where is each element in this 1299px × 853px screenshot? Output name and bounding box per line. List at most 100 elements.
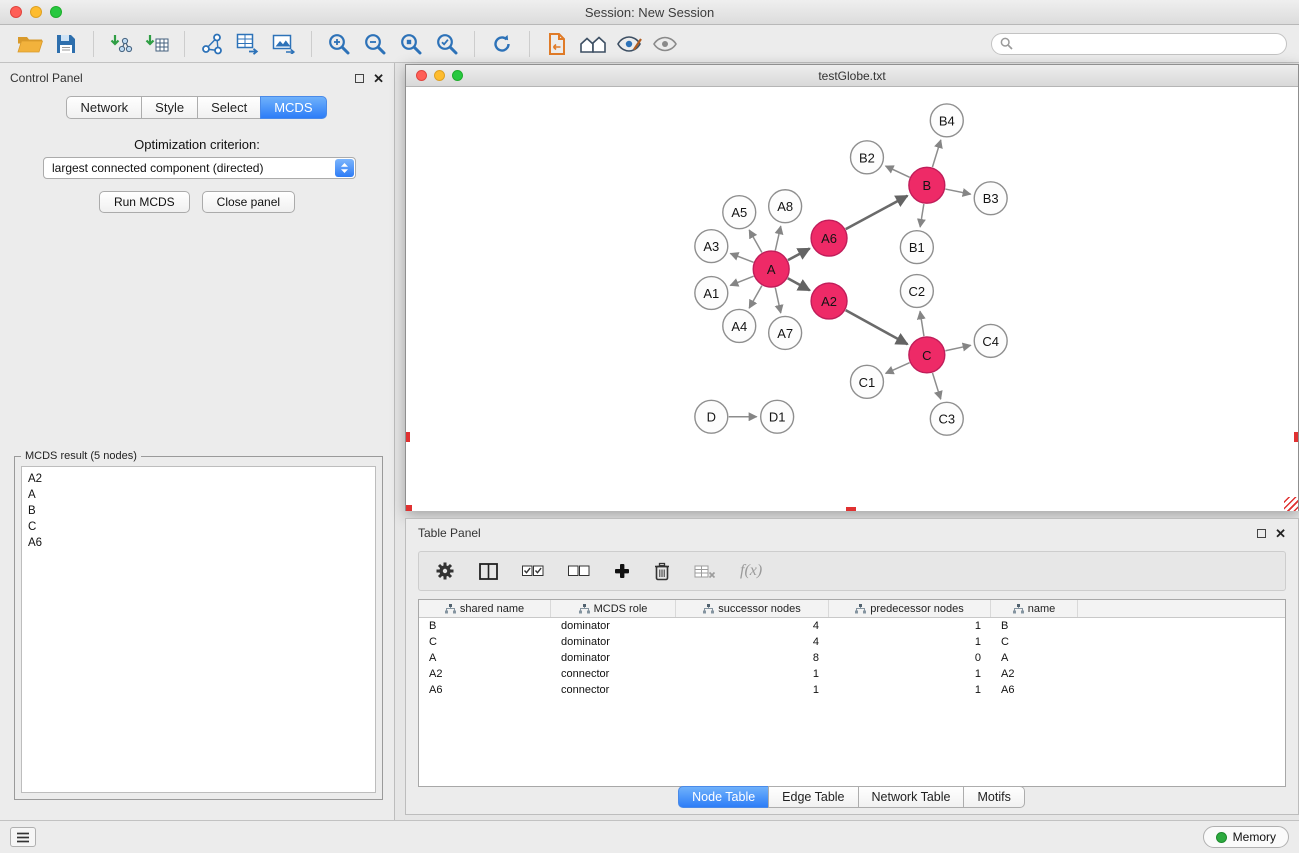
graph-edge-A-A2[interactable] [788,278,810,290]
criterion-dropdown[interactable]: largest connected component (directed) [43,157,356,179]
graph-node-D[interactable]: D [695,400,728,433]
graph-node-B1[interactable]: B1 [900,231,933,264]
table-row[interactable]: Cdominator41C [419,634,1285,650]
graph-edge-C-C2[interactable] [920,311,924,336]
show-hide-button[interactable] [647,28,683,60]
new-network-button[interactable] [194,28,230,60]
minimize-window-button[interactable] [30,6,42,18]
close-panel-button[interactable]: Close panel [202,191,295,213]
graph-node-A3[interactable]: A3 [695,230,728,263]
graph-edge-A-A1[interactable] [730,276,753,285]
graph-node-A1[interactable]: A1 [695,277,728,310]
graph-node-C2[interactable]: C2 [900,275,933,308]
task-history-button[interactable] [10,827,36,847]
graphics-details-button[interactable] [611,28,647,60]
open-document-button[interactable] [539,28,575,60]
graph-node-C4[interactable]: C4 [974,324,1007,357]
network-close-button[interactable] [416,70,427,81]
zoom-fit-button[interactable] [393,28,429,60]
new-table-button[interactable] [230,28,266,60]
graph-node-A[interactable]: A [753,251,789,287]
graph-node-A4[interactable]: A4 [723,309,756,342]
table-row[interactable]: Adominator80A [419,650,1285,666]
graph-edge-C-C4[interactable] [945,345,970,350]
graph-node-C1[interactable]: C1 [851,365,884,398]
graph-node-A7[interactable]: A7 [769,316,802,349]
graph-edge-A6-B[interactable] [846,196,908,229]
table-tab-motifs[interactable]: Motifs [963,786,1024,808]
close-table-panel-icon[interactable]: ✕ [1275,529,1286,538]
close-panel-icon[interactable]: ✕ [373,74,384,83]
network-minimize-button[interactable] [434,70,445,81]
graph-edge-A2-C[interactable] [846,310,908,344]
graph-edge-A-A6[interactable] [788,249,810,261]
graph-node-C3[interactable]: C3 [930,402,963,435]
run-mcds-button[interactable]: Run MCDS [99,191,190,213]
zoom-selected-button[interactable] [429,28,465,60]
control-panel-tab-style[interactable]: Style [141,96,198,119]
refresh-view-button[interactable] [484,28,520,60]
graph-node-B[interactable]: B [909,167,945,203]
graph-edge-C-C3[interactable] [933,373,941,399]
graph-edge-A-A7[interactable] [775,288,780,313]
float-table-panel-icon[interactable] [1257,529,1266,538]
show-columns-button[interactable] [479,563,498,580]
network-canvas[interactable]: B4 B2 B B3 A5 A8 A6 A3 B1 A A1 A2 C2 A4 A7 C4 C C1 C3 D D1 [406,87,1298,511]
memory-button[interactable]: Memory [1203,826,1289,848]
select-all-button[interactable] [522,564,544,578]
mcds-result-item[interactable]: A [28,487,369,503]
search-input[interactable] [1018,37,1278,51]
graph-node-A8[interactable]: A8 [769,190,802,223]
graph-node-A5[interactable]: A5 [723,196,756,229]
close-window-button[interactable] [10,6,22,18]
graph-edge-B-B1[interactable] [920,204,924,227]
table-tab-network-table[interactable]: Network Table [858,786,965,808]
column-header-MCDS-role[interactable]: MCDS role [551,600,676,617]
graph-node-B2[interactable]: B2 [851,141,884,174]
delete-column-button[interactable] [654,562,670,581]
fullscreen-window-button[interactable] [50,6,62,18]
table-settings-button[interactable] [435,561,455,581]
graph-node-A2[interactable]: A2 [811,283,847,319]
network-graph-svg[interactable]: B4 B2 B B3 A5 A8 A6 A3 B1 A A1 A2 C2 A4 A7 C4 C C1 C3 D D1 [406,87,1298,511]
column-header-successor-nodes[interactable]: successor nodes [676,600,829,617]
column-header-predecessor-nodes[interactable]: predecessor nodes [829,600,991,617]
home-view-button[interactable] [575,28,611,60]
deselect-all-button[interactable] [568,564,590,578]
control-panel-tab-select[interactable]: Select [197,96,261,119]
graph-edge-B-B3[interactable] [945,189,970,194]
table-tab-node-table[interactable]: Node Table [678,786,769,808]
graph-edge-A-A4[interactable] [749,286,762,308]
mcds-result-item[interactable]: A6 [28,535,369,551]
graph-edge-A-A5[interactable] [749,230,762,252]
control-panel-tab-network[interactable]: Network [66,96,142,119]
float-panel-icon[interactable] [355,74,364,83]
graph-node-C[interactable]: C [909,337,945,373]
graph-edge-B-B4[interactable] [932,140,940,167]
table-tab-edge-table[interactable]: Edge Table [768,786,858,808]
zoom-out-button[interactable] [357,28,393,60]
delete-table-button[interactable] [694,564,716,579]
graph-edge-A-A3[interactable] [730,253,753,262]
import-network-button[interactable] [103,28,139,60]
resize-grip[interactable] [1284,497,1298,511]
global-search-box[interactable] [991,33,1287,55]
column-header-name[interactable]: name [991,600,1078,617]
import-table-button[interactable] [139,28,175,60]
table-row[interactable]: A6connector11A6 [419,682,1285,698]
mcds-result-item[interactable]: A2 [28,471,369,487]
table-row[interactable]: Bdominator41B [419,618,1285,634]
mcds-result-item[interactable]: B [28,503,369,519]
graph-node-D1[interactable]: D1 [761,400,794,433]
graph-node-B3[interactable]: B3 [974,182,1007,215]
control-panel-tab-mcds[interactable]: MCDS [260,96,326,119]
export-image-button[interactable] [266,28,302,60]
column-header-shared-name[interactable]: shared name [419,600,551,617]
mcds-result-item[interactable]: C [28,519,369,535]
graph-node-B4[interactable]: B4 [930,104,963,137]
add-column-button[interactable] [614,563,630,579]
graph-edge-C-C1[interactable] [886,363,910,374]
graph-node-A6[interactable]: A6 [811,220,847,256]
graph-edge-A-A8[interactable] [775,226,780,250]
table-row[interactable]: A2connector11A2 [419,666,1285,682]
